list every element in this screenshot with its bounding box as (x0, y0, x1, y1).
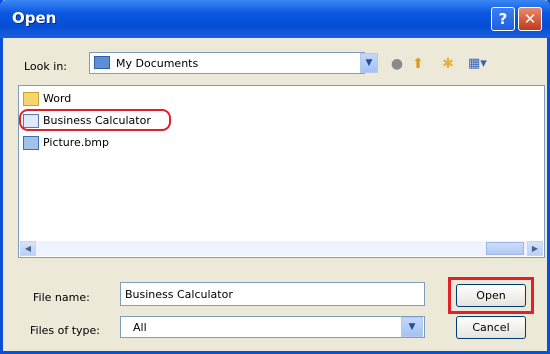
up-folder-icon[interactable]: ⬆ (409, 55, 427, 73)
scroll-thumb[interactable] (486, 242, 524, 255)
new-folder-icon[interactable]: ✱ (439, 55, 457, 73)
lookin-value: My Documents (116, 57, 199, 70)
lookin-combo[interactable]: My Documents (89, 52, 365, 74)
folder-icon (23, 92, 39, 106)
filetype-label: Files of type: (30, 324, 101, 337)
cancel-button[interactable]: Cancel (456, 316, 526, 339)
lookin-label: Look in: (24, 60, 67, 73)
list-item-label: Word (43, 92, 72, 105)
title-bar[interactable]: Open ? ✕ (0, 0, 550, 38)
filename-input[interactable]: Business Calculator (120, 282, 425, 306)
chevron-down-icon[interactable]: ▼ (401, 317, 423, 337)
open-button-highlight (448, 277, 534, 314)
scroll-left-icon[interactable]: ◀ (20, 241, 36, 256)
chevron-down-icon[interactable]: ▼ (360, 53, 378, 73)
close-button[interactable]: ✕ (518, 7, 542, 31)
list-item-label: Picture.bmp (43, 136, 110, 149)
image-file-icon (23, 136, 39, 150)
file-list[interactable]: Word Business Calculator Picture.bmp ◀ ▶ (18, 85, 545, 258)
folder-icon (94, 56, 110, 69)
filename-label: File name: (33, 291, 90, 304)
back-arrow-icon[interactable]: ● (388, 55, 406, 73)
filetype-select[interactable]: All (120, 316, 425, 338)
window-title: Open (12, 9, 57, 27)
scroll-right-icon[interactable]: ▶ (527, 241, 543, 256)
help-button[interactable]: ? (491, 7, 515, 31)
views-menu-icon[interactable]: ▦▾ (468, 55, 487, 73)
selection-highlight (19, 109, 171, 131)
open-dialog: Open ? ✕ Look in: My Documents ▼ ● ⬆ ✱ ▦… (0, 0, 550, 354)
horizontal-scrollbar[interactable]: ◀ ▶ (20, 241, 543, 256)
